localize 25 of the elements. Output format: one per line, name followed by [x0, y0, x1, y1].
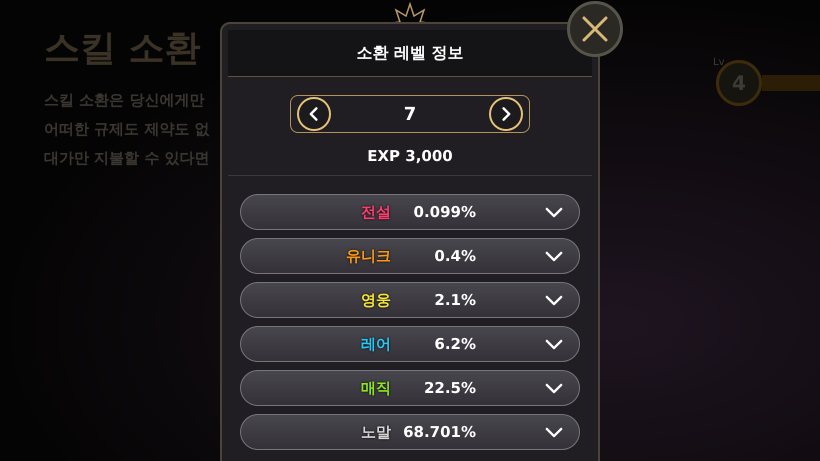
grade-label: 노말 [361, 422, 391, 442]
rate-row[interactable]: 전설 0.099% [240, 194, 580, 230]
previous-button[interactable] [297, 97, 331, 131]
grade-label: 전설 [361, 202, 391, 222]
dialog-title: 소환 레벨 정보 [356, 42, 464, 64]
grade-label: 레어 [361, 334, 391, 354]
rate-value: 6.2% [434, 335, 476, 353]
rate-value: 0.4% [434, 247, 476, 265]
rate-row[interactable]: 레어 6.2% [240, 326, 580, 362]
level-value: 7 [404, 104, 416, 124]
grade-label: 매직 [361, 378, 391, 398]
level-bar [762, 75, 820, 91]
rate-row[interactable]: 영웅 2.1% [240, 282, 580, 318]
rate-row[interactable]: 유니크 0.4% [240, 238, 580, 274]
rate-value: 2.1% [434, 291, 476, 309]
exp-value: EXP 3,000 [228, 147, 592, 176]
next-button[interactable] [489, 97, 523, 131]
rate-row[interactable]: 노말 68.701% [240, 414, 580, 450]
rate-row[interactable]: 매직 22.5% [240, 370, 580, 406]
close-icon [580, 14, 610, 44]
grade-label: 영웅 [361, 290, 391, 310]
rate-value: 22.5% [424, 379, 476, 397]
grade-label: 유니크 [346, 246, 391, 266]
rate-value: 0.099% [414, 203, 476, 221]
rate-value: 68.701% [403, 423, 476, 441]
